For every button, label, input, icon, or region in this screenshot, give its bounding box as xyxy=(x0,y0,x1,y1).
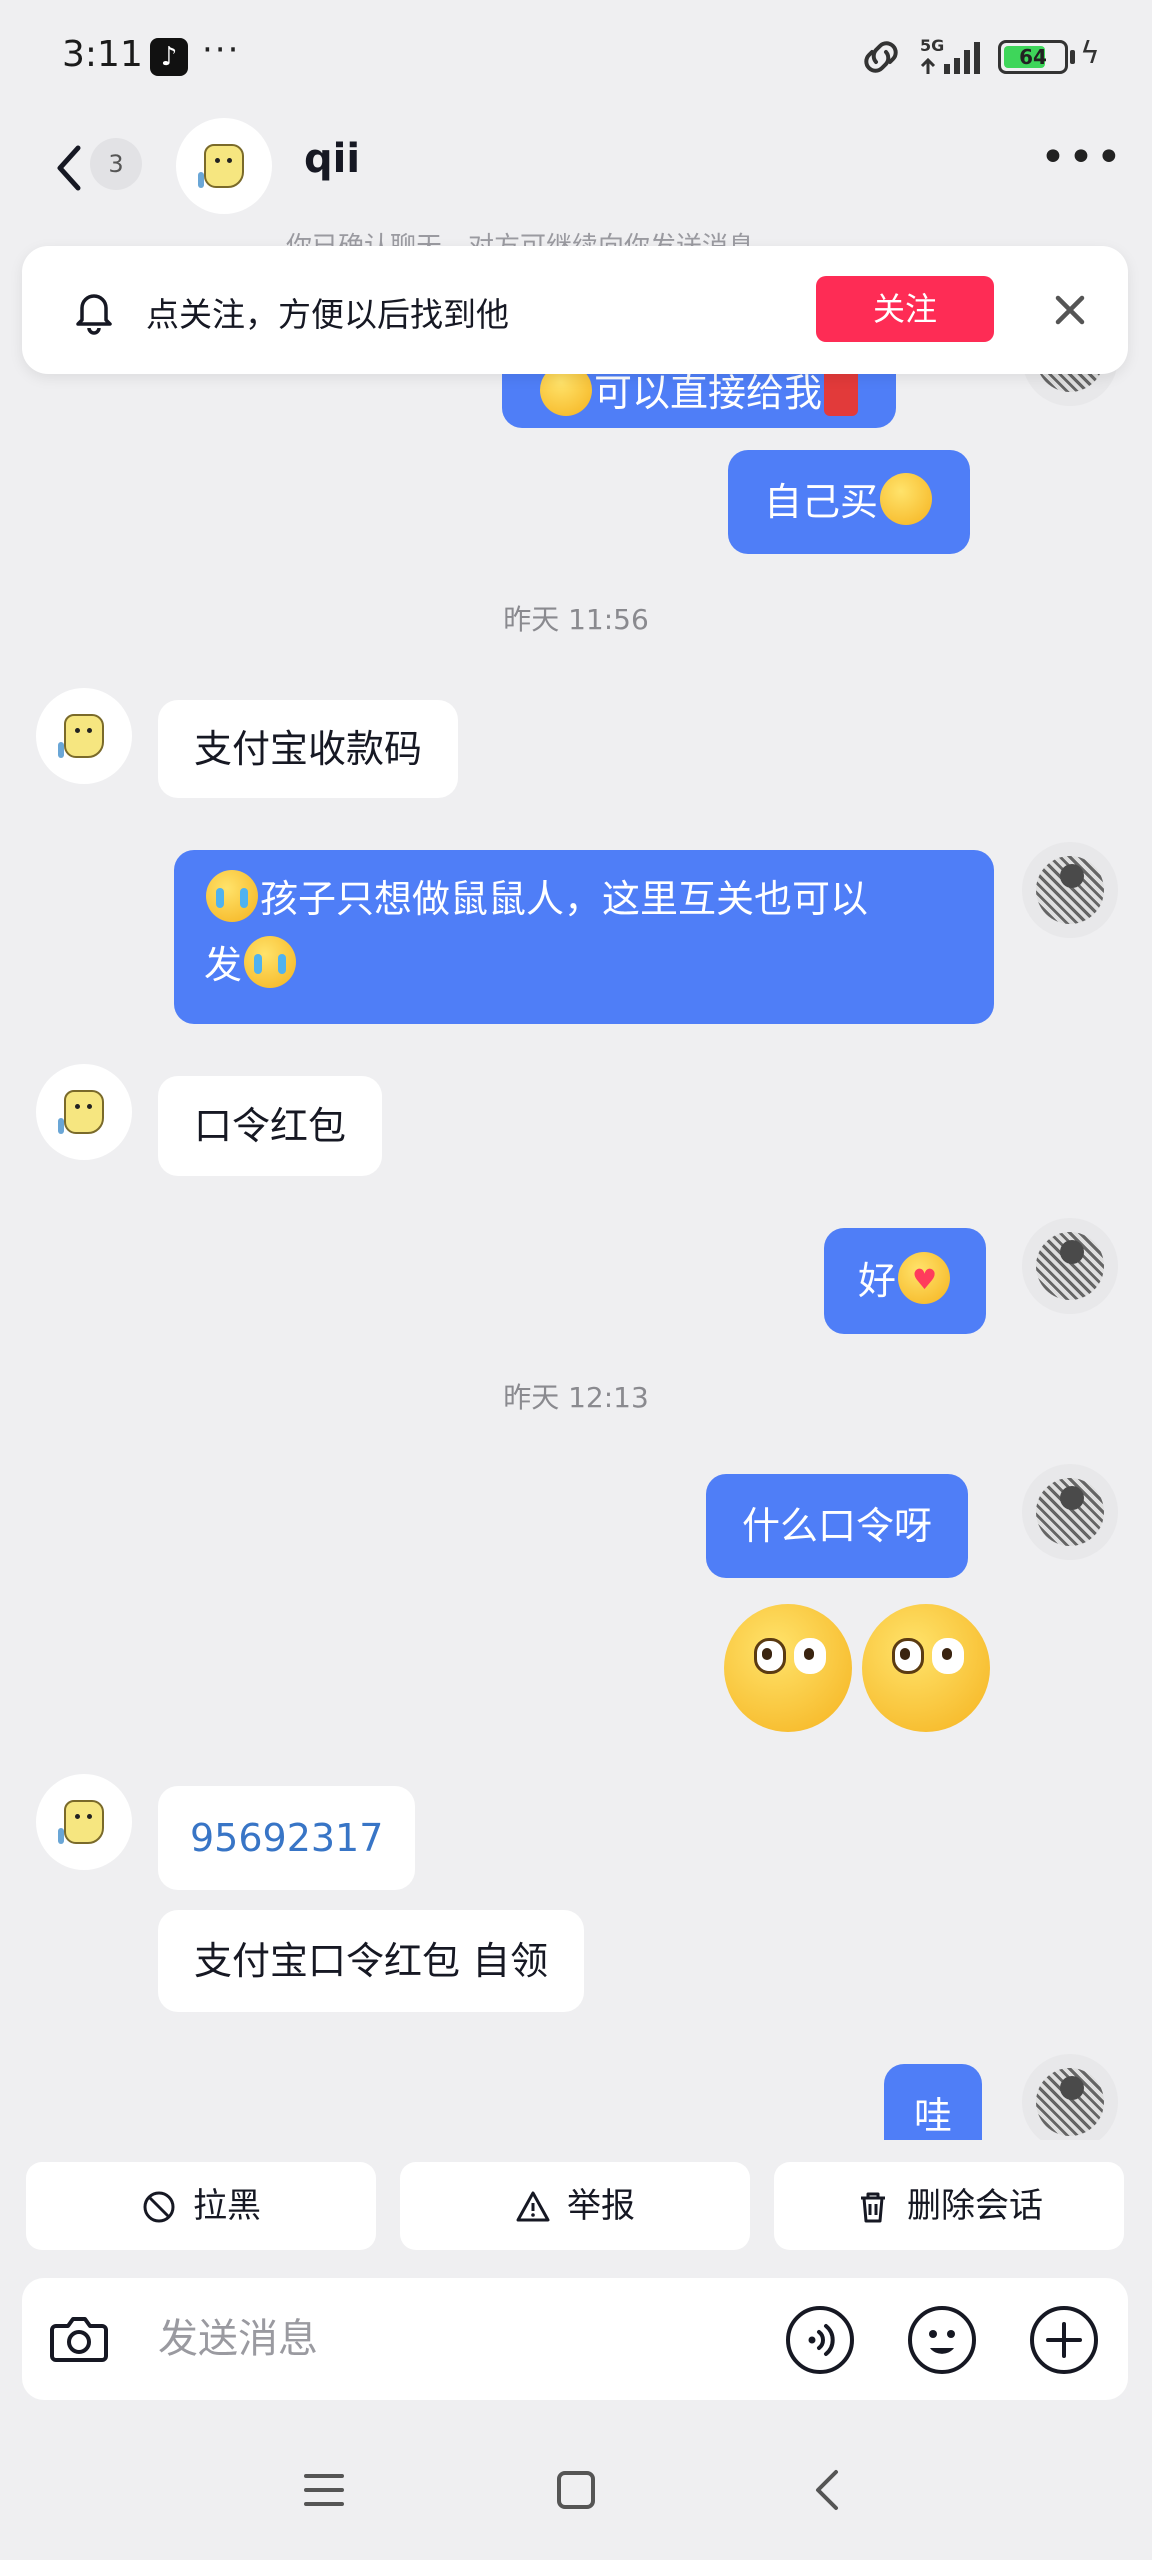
my-avatar[interactable] xyxy=(1022,2054,1118,2150)
message-bubble-received[interactable]: 支付宝收款码 xyxy=(158,700,459,798)
chat-header: 3 qii ••• xyxy=(0,118,1152,228)
pleading-face-sticker[interactable] xyxy=(862,1604,990,1732)
warning-icon xyxy=(516,2191,550,2222)
menu-icon[interactable] xyxy=(302,2470,346,2510)
camera-icon[interactable] xyxy=(46,2306,112,2372)
trash-icon xyxy=(861,2192,885,2223)
delete-conversation-button[interactable]: 删除会话 xyxy=(774,2162,1124,2250)
status-bar: 3:11 ♪ ··· 5G 64 ϟ xyxy=(0,0,1152,118)
close-icon[interactable] xyxy=(1040,280,1100,340)
follow-banner: 点关注，方便以后找到他 关注 xyxy=(22,246,1128,374)
message-timestamp: 昨天 12:13 xyxy=(503,1381,649,1414)
follow-banner-text: 点关注，方便以后找到他 xyxy=(146,295,509,334)
my-avatar[interactable] xyxy=(1022,842,1118,938)
heart-emoji-icon xyxy=(898,1252,951,1304)
contact-avatar[interactable] xyxy=(36,1774,132,1870)
status-more-icon: ··· xyxy=(202,30,241,70)
crying-emoji-icon xyxy=(244,936,297,988)
message-timestamp: 昨天 11:56 xyxy=(503,603,649,636)
charging-icon: ϟ xyxy=(1080,36,1100,71)
message-bubble-sent[interactable]: 孩子只想做鼠鼠人，这里互关也可以 发 xyxy=(174,850,994,1024)
message-bubble-sent[interactable]: 哇 xyxy=(884,2064,983,2140)
contact-avatar[interactable] xyxy=(176,118,272,214)
block-icon xyxy=(143,2191,175,2223)
plus-icon[interactable] xyxy=(1028,2304,1100,2376)
bell-icon xyxy=(76,294,112,335)
pleading-face-sticker[interactable] xyxy=(724,1604,852,1732)
signal-icon xyxy=(920,42,980,74)
message-bubble-sent[interactable]: 好 xyxy=(824,1228,987,1334)
nav-back-icon[interactable] xyxy=(808,2466,848,2514)
unread-count-badge: 3 xyxy=(90,138,142,190)
home-icon[interactable] xyxy=(554,2468,598,2512)
link-icon xyxy=(864,41,898,73)
crying-emoji-icon xyxy=(206,870,258,922)
follow-button[interactable]: 关注 xyxy=(816,276,994,342)
message-bubble-sent[interactable]: 自己买 xyxy=(728,450,971,554)
message-input[interactable] xyxy=(158,2306,758,2372)
emoji-icon xyxy=(880,473,933,525)
my-avatar[interactable] xyxy=(1022,1464,1118,1560)
voice-icon[interactable] xyxy=(784,2304,856,2376)
message-bubble-received[interactable]: 支付宝口令红包 自领 xyxy=(158,1910,585,2012)
message-input-bar xyxy=(22,2278,1128,2400)
status-time: 3:11 xyxy=(62,34,143,75)
contact-avatar[interactable] xyxy=(36,1064,132,1160)
block-button[interactable]: 拉黑 xyxy=(26,2162,376,2250)
more-options-icon[interactable]: ••• xyxy=(1040,136,1124,180)
red-packet-icon xyxy=(824,368,859,416)
battery-tip xyxy=(1070,50,1075,64)
contact-name[interactable]: qii xyxy=(304,136,360,182)
system-nav-bar xyxy=(0,2420,1152,2560)
battery-icon: 64 xyxy=(998,40,1068,74)
my-avatar[interactable] xyxy=(1022,1218,1118,1314)
contact-avatar[interactable] xyxy=(36,688,132,784)
message-bubble-received[interactable]: 口令红包 xyxy=(158,1076,383,1176)
message-bubble-received[interactable]: 95692317 xyxy=(158,1786,416,1890)
emoji-picker-icon[interactable] xyxy=(906,2304,978,2376)
report-button[interactable]: 举报 xyxy=(400,2162,750,2250)
tiktok-icon: ♪ xyxy=(150,38,188,76)
chat-action-bar: 拉黑 举报 删除会话 xyxy=(0,2140,1152,2270)
message-bubble-sent[interactable]: 什么口令呀 xyxy=(706,1474,969,1578)
